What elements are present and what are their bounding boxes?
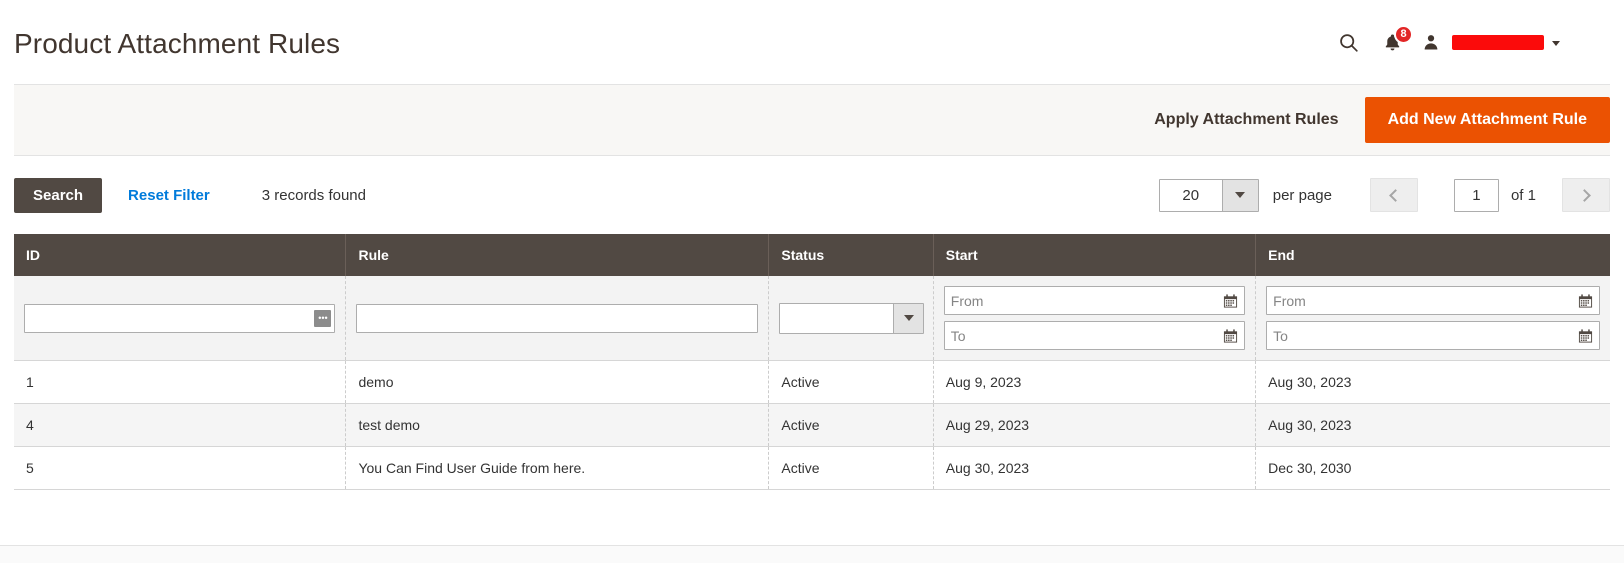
cell-rule: test demo [345, 403, 770, 447]
end-to-input[interactable] [1266, 321, 1600, 350]
calendar-icon[interactable] [1222, 327, 1239, 344]
pager-controls: of 1 [1369, 178, 1610, 212]
cell-rule: demo [345, 360, 770, 404]
search-icon[interactable] [1326, 20, 1370, 64]
cell-end: Aug 30, 2023 [1255, 360, 1610, 404]
cell-rule: You Can Find User Guide from here. [345, 446, 770, 490]
grid-toolbar-left: Search Reset Filter 3 records found [14, 177, 366, 213]
cell-status: Active [768, 403, 934, 447]
table-row[interactable]: 1 demo Active Aug 9, 2023 Aug 30, 2023 [14, 360, 1610, 404]
cell-start: Aug 29, 2023 [933, 403, 1257, 447]
calendar-icon[interactable] [1577, 327, 1594, 344]
end-from-field [1266, 286, 1600, 315]
cell-id: 5 [14, 446, 347, 490]
chevron-down-icon [1221, 179, 1258, 211]
cell-end: Aug 30, 2023 [1255, 403, 1610, 447]
account-name-redacted [1452, 34, 1544, 50]
cell-id: 1 [14, 360, 347, 404]
search-button[interactable]: Search [14, 177, 103, 213]
reset-filter-link[interactable]: Reset Filter [128, 187, 210, 204]
start-to-field [943, 321, 1246, 350]
next-page-button[interactable] [1562, 178, 1610, 212]
grid-toolbar: Search Reset Filter 3 records found 20 p… [14, 156, 1610, 234]
chevron-down-icon [1552, 40, 1560, 46]
start-to-input[interactable] [943, 321, 1246, 350]
start-from-input[interactable] [943, 286, 1246, 315]
page-header: Product Attachment Rules 8 [0, 0, 1624, 84]
cell-start: Aug 30, 2023 [933, 446, 1257, 490]
filter-cell-status [768, 276, 934, 361]
filter-cell-end [1255, 276, 1610, 361]
account-menu[interactable] [1416, 20, 1560, 64]
calendar-icon[interactable] [1577, 292, 1594, 309]
grid-pagination: 20 per page of 1 [1158, 178, 1610, 212]
column-header-rule[interactable]: Rule [345, 234, 770, 276]
calendar-icon[interactable] [1222, 292, 1239, 309]
filter-cell-start [933, 276, 1257, 361]
end-from-input[interactable] [1266, 286, 1600, 315]
user-icon [1416, 20, 1446, 64]
grid-container: ID Rule Status Start End ••• From To Fro… [14, 234, 1610, 490]
status-filter-value [780, 304, 893, 333]
notifications-bell-icon[interactable]: 8 [1370, 20, 1414, 64]
chooser-icon[interactable]: ••• [314, 309, 332, 327]
start-from-field [943, 286, 1246, 315]
per-page-value: 20 [1182, 186, 1200, 204]
chevron-down-icon [893, 303, 924, 333]
table-row[interactable]: 5 You Can Find User Guide from here. Act… [14, 446, 1610, 490]
records-found-label: 3 records found [261, 186, 366, 204]
end-to-field [1266, 321, 1600, 350]
filter-cell-rule [345, 276, 770, 361]
filter-cell-id: ••• [14, 276, 347, 361]
column-header-end[interactable]: End [1255, 234, 1610, 276]
per-page-label: per page [1272, 186, 1332, 204]
id-filter-input[interactable] [24, 303, 336, 333]
cell-end: Dec 30, 2030 [1255, 446, 1610, 490]
table-header-row: ID Rule Status Start End [14, 234, 1610, 276]
chevron-left-icon [1389, 188, 1402, 202]
table-row[interactable]: 4 test demo Active Aug 29, 2023 Aug 30, … [14, 403, 1610, 447]
notification-count-badge: 8 [1394, 25, 1413, 44]
status-filter-select[interactable] [779, 302, 925, 334]
attachment-rules-table: ID Rule Status Start End ••• From To Fro… [14, 234, 1610, 490]
cell-id: 4 [14, 403, 347, 447]
admin-page: Product Attachment Rules 8 Apply Attachm… [0, 0, 1624, 563]
apply-attachment-rules-button[interactable]: Apply Attachment Rules [1154, 111, 1364, 129]
page-actions-bar: Apply Attachment Rules Add New Attachmen… [14, 84, 1610, 156]
page-footer-divider [0, 545, 1624, 563]
column-header-status[interactable]: Status [768, 234, 934, 276]
column-header-start[interactable]: Start [933, 234, 1257, 276]
cell-start: Aug 9, 2023 [933, 360, 1257, 404]
table-filter-row: ••• [14, 276, 1610, 361]
cell-status: Active [768, 360, 934, 404]
header-tools: 8 [1326, 20, 1602, 64]
per-page-select[interactable]: 20 [1158, 178, 1259, 212]
column-header-id[interactable]: ID [14, 234, 347, 276]
cell-status: Active [768, 446, 934, 490]
rule-filter-input[interactable] [356, 303, 759, 333]
previous-page-button[interactable] [1369, 178, 1418, 212]
page-title: Product Attachment Rules [14, 28, 341, 59]
current-page-input[interactable] [1453, 178, 1499, 212]
add-new-attachment-rule-button[interactable]: Add New Attachment Rule [1364, 97, 1610, 143]
total-pages-label: of 1 [1510, 186, 1536, 204]
chevron-right-icon [1578, 188, 1591, 202]
